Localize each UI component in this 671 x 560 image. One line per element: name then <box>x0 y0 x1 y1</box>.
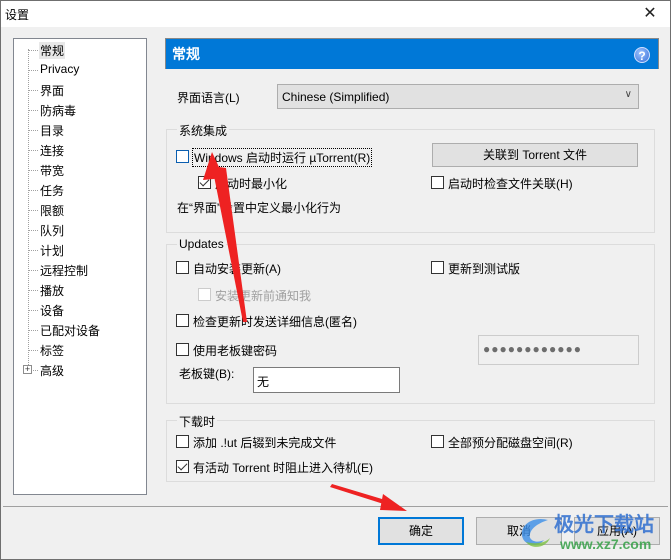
update-to-beta-label: 更新到测试版 <box>448 262 521 276</box>
sidebar-item-label: 设备 <box>40 304 65 318</box>
footer-separator <box>3 506 668 507</box>
checkbox-box <box>431 261 444 274</box>
send-info-label: 检查更新时发送详细信息(匿名) <box>193 315 357 329</box>
expand-icon[interactable]: + <box>23 365 32 374</box>
tree-connector <box>28 110 38 111</box>
sidebar-item-label: 连接 <box>40 144 65 158</box>
checkbox-box-checked <box>198 176 211 189</box>
boss-key-input[interactable]: 无 <box>253 367 400 393</box>
group-title-updates: Updates <box>177 237 226 251</box>
language-label: 界面语言(L) <box>177 91 240 105</box>
sidebar-item-label: 远程控制 <box>40 264 89 278</box>
boss-key-value: 无 <box>257 375 270 389</box>
notify-before-install-label: 安装更新前通知我 <box>215 289 312 303</box>
window-title: 设置 <box>5 8 30 22</box>
prevent-standby-label: 有活动 Torrent 时阻止进入待机(E) <box>193 461 374 475</box>
sidebar-item-label: 已配对设备 <box>40 324 101 338</box>
tree-connector <box>28 210 38 211</box>
checkbox-box <box>176 261 189 274</box>
minimize-hint: 在“界面”设置中定义最小化行为 <box>177 201 341 215</box>
title-bar: 设置 ✕ <box>1 1 670 27</box>
tree-connector <box>28 310 38 311</box>
password-value: ●●●●●●●●●●●● <box>483 342 582 356</box>
tree-connector <box>28 330 38 331</box>
group-title-system-integration: 系统集成 <box>177 122 230 139</box>
boss-key-label: 老板键(B): <box>179 367 235 381</box>
checkbox-box <box>176 435 189 448</box>
checkbox-box <box>176 314 189 327</box>
language-select[interactable]: Chinese (Simplified) ∨ <box>277 84 639 109</box>
append-ut-label: 添加 .!ut 后辍到未完成文件 <box>193 436 337 450</box>
tree-connector <box>28 190 38 191</box>
tree-connector <box>28 150 38 151</box>
sidebar-item-label: Privacy <box>40 62 80 76</box>
checkbox-box <box>176 150 189 163</box>
tree-connector <box>28 290 38 291</box>
checkbox-box-checked <box>176 460 189 473</box>
ok-button[interactable]: 确定 <box>378 517 464 545</box>
section-header: 常规 ? <box>165 38 659 69</box>
checkbox-box <box>431 176 444 189</box>
tree-connector <box>28 170 38 171</box>
checkbox-box <box>198 288 211 301</box>
associate-torrent-button[interactable]: 关联到 Torrent 文件 <box>432 143 638 167</box>
sidebar-item-label: 界面 <box>40 84 65 98</box>
start-minimized-label: 启动时最小化 <box>215 177 288 191</box>
preallocate-label: 全部预分配磁盘空间(R) <box>448 436 573 450</box>
sidebar-item-label: 防病毒 <box>40 104 77 118</box>
tree-connector <box>28 230 38 231</box>
group-title-while-downloading: 下载时 <box>177 413 218 430</box>
tree-connector <box>28 350 38 351</box>
checkbox-box <box>431 435 444 448</box>
cancel-button[interactable]: 取消 <box>476 517 562 545</box>
sidebar-item-label: 标签 <box>40 344 65 358</box>
sidebar-item-label: 播放 <box>40 284 65 298</box>
sidebar-item-label: 队列 <box>40 224 65 238</box>
settings-tree: 常规 Privacy 界面防病毒目录连接带宽任务限额队列计划远程控制播放设备已配对设… <box>13 38 147 495</box>
run-on-startup-label: Windows 启动时运行 µTorrent(R) <box>191 148 373 167</box>
boss-key-password-label: 使用老板键密码 <box>193 344 278 358</box>
checkbox-box <box>176 343 189 356</box>
sidebar-item-label: 目录 <box>40 124 65 138</box>
section-title: 常规 <box>172 46 200 62</box>
tree-connector <box>28 70 38 71</box>
close-icon: ✕ <box>643 5 657 22</box>
boss-key-password-field[interactable]: ●●●●●●●●●●●● <box>478 335 639 365</box>
sidebar-item-label: 常规 <box>39 42 66 59</box>
tree-connector <box>28 90 38 91</box>
auto-install-label: 自动安装更新(A) <box>193 262 281 276</box>
tree-connector <box>28 130 38 131</box>
check-association-label: 启动时检查文件关联(H) <box>448 177 573 191</box>
sidebar-item-label: 限额 <box>40 204 65 218</box>
sidebar-item-label: 高级 <box>40 364 65 378</box>
sidebar-item-label: 带宽 <box>40 164 65 178</box>
sidebar-item-label: 任务 <box>40 184 65 198</box>
close-button[interactable]: ✕ <box>636 3 664 25</box>
language-select-value: Chinese (Simplified) <box>282 90 390 104</box>
tree-connector <box>28 270 38 271</box>
tree-connector <box>28 250 38 251</box>
settings-dialog: 设置 ✕ 常规 Privacy 界面 防病毒 目录 连接 带宽 任务 限额 队列 计划 远程控制 播放设… <box>0 0 671 560</box>
sidebar-item-label: 计划 <box>40 244 65 258</box>
apply-button[interactable]: 应用(A) <box>574 517 660 545</box>
help-icon[interactable]: ? <box>634 47 650 63</box>
tree-connector <box>28 50 38 51</box>
chevron-down-icon: ∨ <box>624 89 632 100</box>
